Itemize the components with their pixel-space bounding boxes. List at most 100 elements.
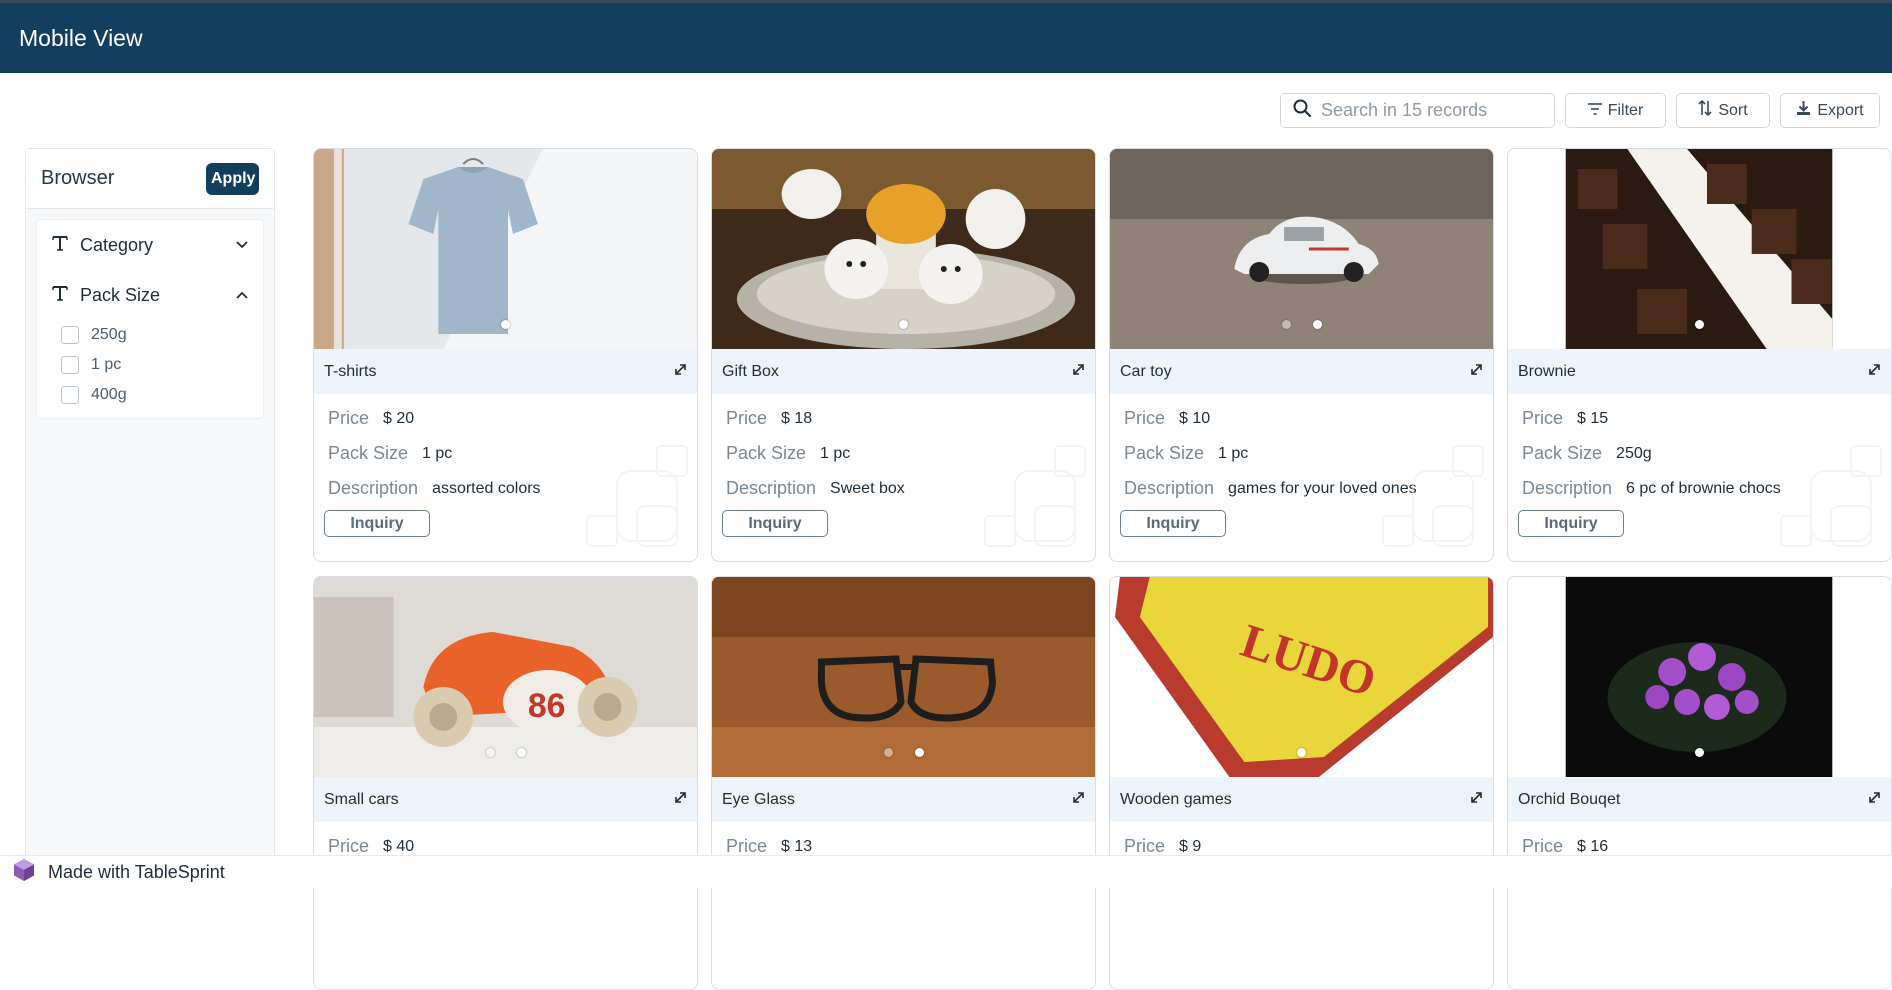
card-fields: Price $ 15 Pack Size 250g Description 6 pc … bbox=[1522, 401, 1781, 506]
card-title: Car toy bbox=[1120, 362, 1172, 380]
option-label: 250g bbox=[91, 326, 127, 343]
carousel-dot[interactable] bbox=[501, 320, 510, 329]
checkbox[interactable] bbox=[61, 356, 79, 374]
filter-label: Filter bbox=[1607, 101, 1644, 119]
expand-icon[interactable] bbox=[1072, 791, 1085, 809]
chevron-up-icon[interactable] bbox=[236, 286, 248, 304]
carousel-dot[interactable] bbox=[1312, 320, 1322, 329]
carousel-dot[interactable] bbox=[1695, 748, 1704, 757]
card-title: Brownie bbox=[1518, 362, 1576, 380]
carousel-dot[interactable] bbox=[1695, 320, 1704, 329]
facet-pack-size[interactable]: Pack Size bbox=[37, 270, 263, 320]
field-description: Description assorted colors bbox=[328, 471, 541, 506]
filter-button[interactable]: Filter bbox=[1565, 93, 1666, 128]
field-value: $ 40 bbox=[383, 837, 415, 855]
app-header: Mobile View bbox=[0, 3, 1892, 73]
product-card[interactable]: Gift Box Price $ 18 Pack Size 1 pc Descrip… bbox=[711, 148, 1096, 562]
card-title-bar: T-shirts bbox=[314, 349, 697, 394]
field-label: Description bbox=[1522, 478, 1613, 498]
chevron-down-icon[interactable] bbox=[236, 236, 248, 254]
product-card[interactable]: 86 Small cars Price $ 40 bbox=[313, 576, 698, 990]
carousel-dot[interactable] bbox=[1281, 320, 1291, 329]
inquiry-button[interactable]: Inquiry bbox=[324, 510, 430, 537]
option-1pc[interactable]: 1 pc bbox=[37, 350, 263, 380]
product-image[interactable] bbox=[314, 149, 697, 349]
inquiry-button[interactable]: Inquiry bbox=[1518, 510, 1624, 537]
product-card[interactable]: Orchid Bouqet Price $ 16 bbox=[1507, 576, 1892, 990]
facet-category[interactable]: Category bbox=[37, 220, 263, 270]
expand-icon[interactable] bbox=[1470, 791, 1483, 809]
field-label: Description bbox=[1124, 478, 1215, 498]
footer-label[interactable]: Made with TableSprint bbox=[48, 862, 225, 883]
inquiry-button[interactable]: Inquiry bbox=[1120, 510, 1226, 537]
export-label: Export bbox=[1817, 101, 1864, 119]
card-title: T-shirts bbox=[324, 362, 377, 380]
carousel-dot[interactable] bbox=[516, 748, 526, 757]
carousel-dot[interactable] bbox=[1297, 748, 1306, 757]
field-price: Price $ 20 bbox=[328, 401, 541, 436]
product-card[interactable]: Eye Glass Price $ 13 bbox=[711, 576, 1096, 990]
search-input[interactable] bbox=[1321, 100, 1541, 121]
field-label: Description bbox=[726, 478, 817, 498]
inquiry-button[interactable]: Inquiry bbox=[722, 510, 828, 537]
checkbox[interactable] bbox=[61, 326, 79, 344]
field-value: Sweet box bbox=[830, 479, 905, 497]
background-pattern bbox=[586, 445, 688, 547]
field-price: Price $ 15 bbox=[1522, 401, 1781, 436]
card-title: Wooden games bbox=[1120, 790, 1232, 808]
field-pack-size: Pack Size 250g bbox=[1522, 436, 1781, 471]
facet-list: Category Pack Size 250g 1 pc 400g bbox=[36, 219, 264, 419]
field-label: Price bbox=[1124, 836, 1166, 856]
search-icon bbox=[1293, 99, 1312, 122]
carousel-dot[interactable] bbox=[883, 748, 893, 757]
product-image[interactable] bbox=[712, 149, 1095, 349]
card-fields: Price $ 20 Pack Size 1 pc Description assor… bbox=[328, 401, 541, 506]
expand-icon[interactable] bbox=[1072, 363, 1085, 381]
facet-pack-size-label: Pack Size bbox=[80, 284, 161, 305]
checkbox[interactable] bbox=[61, 386, 79, 404]
product-image[interactable] bbox=[712, 577, 1095, 777]
product-image[interactable]: LUDO bbox=[1110, 577, 1493, 777]
apply-button[interactable]: Apply bbox=[206, 162, 259, 195]
sort-label: Sort bbox=[1718, 101, 1748, 119]
search-box[interactable] bbox=[1280, 93, 1555, 128]
carousel-dot[interactable] bbox=[485, 748, 495, 757]
product-card[interactable]: Car toy Price $ 10 Pack Size 1 pc Descript… bbox=[1109, 148, 1494, 562]
product-image[interactable] bbox=[1508, 149, 1891, 349]
expand-icon[interactable] bbox=[1868, 791, 1881, 809]
option-400g[interactable]: 400g bbox=[37, 380, 263, 410]
card-title-bar: Gift Box bbox=[712, 349, 1095, 394]
expand-icon[interactable] bbox=[1470, 363, 1483, 381]
product-card[interactable]: LUDO Wooden games Price $ 9 bbox=[1109, 576, 1494, 990]
product-image[interactable] bbox=[1508, 577, 1891, 777]
carousel-dots bbox=[1110, 320, 1493, 329]
field-label: Pack Size bbox=[1522, 443, 1603, 463]
card-title-bar: Eye Glass bbox=[712, 777, 1095, 822]
filter-icon bbox=[1587, 102, 1602, 120]
field-label: Price bbox=[328, 408, 370, 428]
svg-text:86: 86 bbox=[528, 687, 566, 725]
background-pattern bbox=[984, 445, 1086, 547]
text-type-icon bbox=[52, 235, 68, 256]
product-image[interactable]: 86 bbox=[314, 577, 697, 777]
expand-icon[interactable] bbox=[674, 791, 687, 809]
product-card[interactable]: Brownie Price $ 15 Pack Size 250g Descript… bbox=[1507, 148, 1892, 562]
background-pattern bbox=[1780, 445, 1882, 547]
expand-icon[interactable] bbox=[1868, 363, 1881, 381]
product-image[interactable] bbox=[1110, 149, 1493, 349]
card-title: Orchid Bouqet bbox=[1518, 790, 1621, 808]
product-card[interactable]: T-shirts Price $ 20 Pack Size 1 pc Descrip… bbox=[313, 148, 698, 562]
field-value: $ 20 bbox=[383, 409, 415, 427]
field-description: Description 6 pc of brownie chocs bbox=[1522, 471, 1781, 506]
card-title-bar: Orchid Bouqet bbox=[1508, 777, 1891, 822]
carousel-dot[interactable] bbox=[899, 320, 908, 329]
card-title: Eye Glass bbox=[722, 790, 795, 808]
expand-icon[interactable] bbox=[674, 363, 687, 381]
card-title: Small cars bbox=[324, 790, 399, 808]
sort-button[interactable]: Sort bbox=[1676, 93, 1770, 128]
export-button[interactable]: Export bbox=[1780, 93, 1880, 128]
option-250g[interactable]: 250g bbox=[37, 320, 263, 350]
carousel-dot[interactable] bbox=[914, 748, 924, 757]
field-label: Price bbox=[1522, 408, 1564, 428]
field-label: Price bbox=[1522, 836, 1564, 856]
